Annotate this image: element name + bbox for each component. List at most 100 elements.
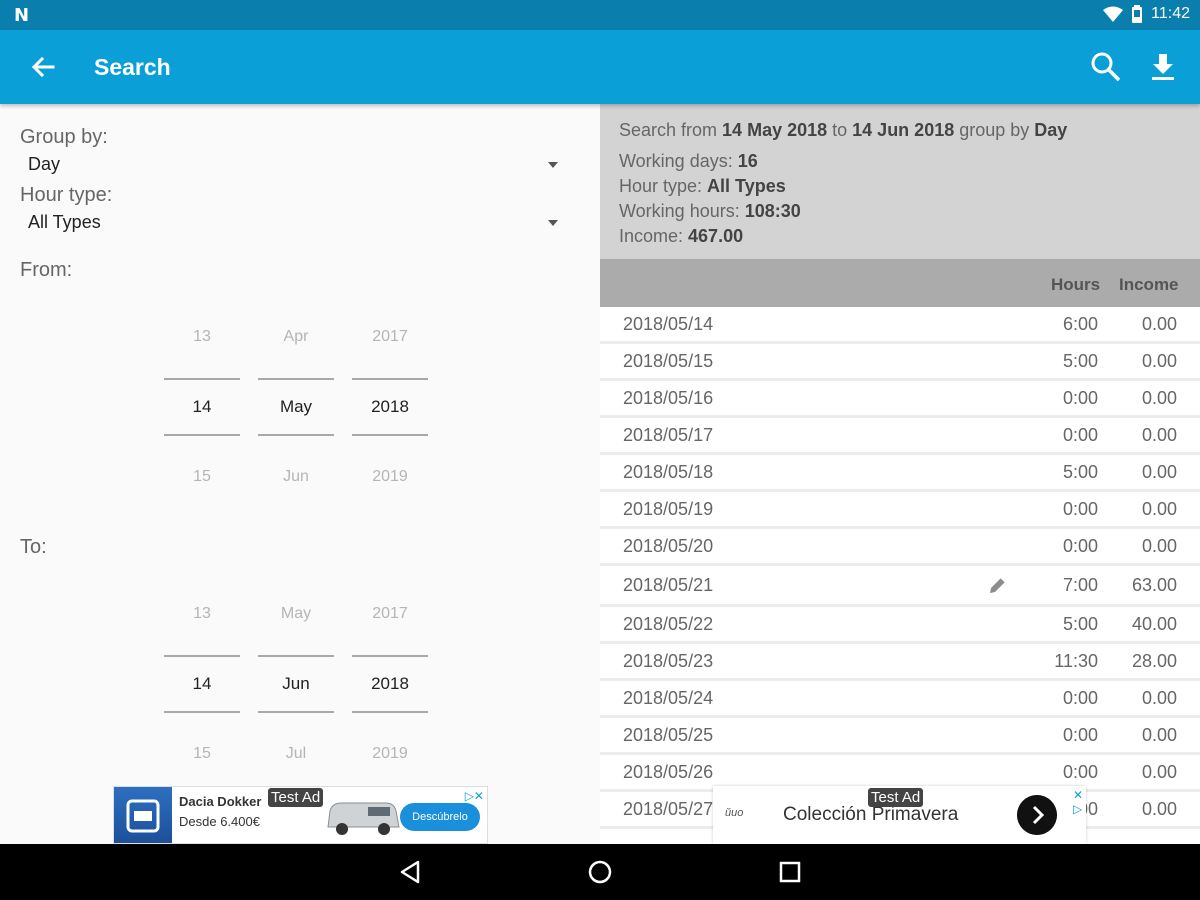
table-row[interactable]: 2018/05/20 0:00 0.00: [600, 529, 1200, 566]
table-row[interactable]: 2018/05/21 7:00 63.00: [600, 566, 1200, 607]
from-day-next: 15: [193, 468, 211, 485]
to-day-next: 15: [193, 745, 211, 762]
to-label: To:: [20, 536, 47, 558]
row-income: 28.00: [1131, 651, 1177, 671]
search-icon[interactable]: [1089, 50, 1123, 84]
to-month-next: Jul: [285, 745, 307, 762]
row-date: 2018/05/27: [623, 799, 714, 819]
to-year-next: 2019: [372, 745, 408, 762]
table-row[interactable]: 2018/05/24 0:00 0.00: [600, 681, 1200, 718]
from-month-next: Jun: [283, 468, 309, 485]
to-year-spinner[interactable]: 2017 2018 2019: [352, 595, 428, 775]
row-hours: 0:00: [1062, 425, 1098, 445]
row-date: 2018/05/17: [623, 425, 714, 445]
row-date: 2018/05/23: [623, 651, 714, 671]
row-date: 2018/05/18: [623, 462, 714, 482]
summary-hour-type: Hour type: All Types: [619, 176, 786, 197]
row-date: 2018/05/24: [623, 688, 714, 708]
summary-to: 14 Jun 2018: [852, 120, 955, 140]
row-income: 0.00: [1141, 536, 1177, 556]
row-income: 63.00: [1131, 575, 1177, 595]
table-row[interactable]: 2018/05/17 0:00 0.00: [600, 418, 1200, 455]
table-header: Hours Income: [600, 259, 1200, 307]
from-day-spinner[interactable]: 13 14 15: [164, 318, 240, 498]
ad1-title: Dacia Dokker: [179, 794, 262, 809]
dropdown-caret-icon: [548, 220, 558, 226]
download-icon[interactable]: [1146, 50, 1180, 84]
row-income: 0.00: [1141, 499, 1177, 519]
group-by-value: Day: [28, 154, 61, 174]
to-day-spinner[interactable]: 13 14 15: [164, 595, 240, 775]
working-hours-label: Working hours:: [619, 201, 745, 221]
nav-recents-icon[interactable]: [776, 858, 804, 886]
from-date-picker: 13 14 15 Apr May Jun 2017 2018 2019: [164, 318, 428, 498]
test-ad-badge: Test Ad: [868, 788, 924, 807]
row-hours: 0:00: [1062, 388, 1098, 408]
table-row[interactable]: 2018/05/16 0:00 0.00: [600, 381, 1200, 418]
income-value: 467.00: [688, 226, 744, 246]
hour-type-summary-value: All Types: [707, 176, 786, 196]
table-row[interactable]: 2018/05/23 11:30 28.00: [600, 644, 1200, 681]
table-row[interactable]: 2018/05/19 0:00 0.00: [600, 492, 1200, 529]
hours-column-header: Hours: [1051, 275, 1101, 294]
summary-working-days: Working days: 16: [619, 151, 758, 172]
row-date: 2018/05/26: [623, 762, 714, 782]
working-hours-value: 108:30: [744, 201, 801, 221]
from-month-prev: Apr: [283, 328, 309, 345]
from-year-spinner[interactable]: 2017 2018 2019: [352, 318, 428, 498]
hour-type-label: Hour type:: [20, 184, 113, 206]
nav-back-icon[interactable]: [396, 858, 424, 886]
page-title: Search: [94, 54, 171, 80]
summary-from: 14 May 2018: [722, 120, 828, 140]
dacia-logo: [114, 787, 172, 843]
nav-home-icon[interactable]: [586, 858, 614, 886]
table-row[interactable]: 2018/05/22 5:00 40.00: [600, 607, 1200, 644]
row-hours: 7:00: [1062, 575, 1098, 595]
notification-n-icon: N: [14, 5, 30, 26]
to-month-spinner[interactable]: May Jun Jul: [258, 595, 334, 775]
row-income: 0.00: [1141, 314, 1177, 334]
summary-prefix: Search from: [619, 120, 723, 140]
back-arrow-icon[interactable]: [28, 52, 58, 82]
ad-choices-icon[interactable]: ✕ ▷: [1073, 788, 1083, 816]
income-column-header: Income: [1119, 275, 1179, 294]
from-month-spinner[interactable]: Apr May Jun: [258, 318, 334, 498]
to-day-selected: 14: [164, 655, 240, 713]
results-table: 2018/05/14 6:00 0.00 2018/05/15 5:00 0.00 2018…: [600, 307, 1200, 829]
to-date-picker: 13 14 15 May Jun Jul 2017 2018 2019: [164, 595, 428, 775]
row-income: 0.00: [1141, 688, 1177, 708]
ad1-cta-button[interactable]: Descúbrelo: [400, 803, 480, 831]
from-day-prev: 13: [193, 328, 211, 345]
table-row[interactable]: 2018/05/14 6:00 0.00: [600, 307, 1200, 344]
group-by-dropdown[interactable]: Day: [20, 150, 566, 180]
row-income: 0.00: [1141, 388, 1177, 408]
ad1-subtitle: Desde 6.400€: [179, 814, 260, 829]
summary-group-word: group by: [954, 120, 1035, 140]
row-date: 2018/05/16: [623, 388, 714, 408]
row-income: 0.00: [1141, 351, 1177, 371]
row-income: 0.00: [1141, 425, 1177, 445]
ad2-text: Colección Primavera: [783, 804, 959, 825]
hour-type-value: All Types: [28, 212, 101, 232]
row-hours: 6:00: [1062, 314, 1098, 334]
from-year-selected: 2018: [352, 378, 428, 436]
row-hours: 5:00: [1062, 351, 1098, 371]
row-income: 0.00: [1141, 799, 1177, 819]
table-row[interactable]: 2018/05/15 5:00 0.00: [600, 344, 1200, 381]
row-date: 2018/05/19: [623, 499, 714, 519]
from-label: From:: [20, 259, 73, 281]
chevron-right-icon[interactable]: [1017, 795, 1057, 835]
hour-type-dropdown[interactable]: All Types: [20, 208, 566, 238]
hour-type-summary-label: Hour type:: [619, 176, 708, 196]
search-summary: Search from 14 May 2018 to 14 Jun 2018 g…: [600, 104, 1200, 259]
row-hours: 0:00: [1062, 536, 1098, 556]
ad2-brand-logo: ŭuo: [725, 807, 744, 819]
row-date: 2018/05/20: [623, 536, 714, 556]
row-date: 2018/05/22: [623, 614, 714, 634]
row-date: 2018/05/25: [623, 725, 714, 745]
table-row[interactable]: 2018/05/25 0:00 0.00: [600, 718, 1200, 755]
battery-icon: [1132, 5, 1143, 23]
table-row[interactable]: 2018/05/18 5:00 0.00: [600, 455, 1200, 492]
row-hours: 0:00: [1062, 762, 1098, 782]
ad-choices-icon[interactable]: ▷✕: [465, 789, 484, 803]
